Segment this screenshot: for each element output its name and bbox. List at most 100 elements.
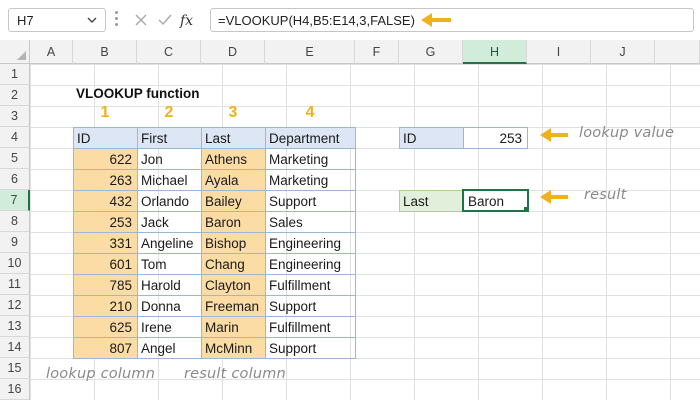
column-header-k[interactable] [655, 40, 700, 64]
cell-first[interactable]: Tom [137, 253, 202, 275]
cell-last[interactable]: Bailey [201, 190, 266, 212]
column-header-d[interactable]: D [201, 40, 265, 64]
row-header-2[interactable]: 2 [0, 85, 30, 106]
cell-first[interactable]: Donna [137, 295, 202, 317]
insert-function-icon[interactable]: fx [179, 10, 199, 35]
cell-department[interactable]: Support [265, 190, 356, 212]
lookup-value-note: lookup value [579, 125, 675, 141]
formula-bar-grip-icon[interactable] [115, 11, 118, 29]
cell-id[interactable]: 253 [73, 211, 138, 233]
column-header-a[interactable]: A [30, 40, 73, 64]
cell-last[interactable]: Freeman [201, 295, 266, 317]
row-header-3[interactable]: 3 [0, 106, 30, 127]
cell-id[interactable]: 432 [73, 190, 138, 212]
cell-last[interactable]: Athens [201, 148, 266, 170]
cell-first[interactable]: Orlando [137, 190, 202, 212]
cell-last[interactable]: Bishop [201, 232, 266, 254]
chevron-down-icon[interactable] [86, 12, 98, 33]
result-label[interactable]: Last [399, 190, 464, 212]
row-header-8[interactable]: 8 [0, 211, 30, 232]
column-header-b[interactable]: B [73, 40, 137, 64]
cell-department[interactable]: Engineering [265, 253, 356, 275]
row-header-6[interactable]: 6 [0, 169, 30, 190]
formula-bar: H7 fx =VLOOKUP(H4,B5:E14,3,FALSE) [0, 0, 700, 41]
formula-text: =VLOOKUP(H4,B5:E14,3,FALSE) [218, 13, 415, 28]
row-header-13[interactable]: 13 [0, 316, 30, 337]
row-header-1[interactable]: 1 [0, 64, 30, 85]
column-number-4: 4 [305, 104, 315, 121]
result-arrow-icon [540, 190, 568, 204]
column-header-e[interactable]: E [265, 40, 355, 64]
cell-department[interactable]: Marketing [265, 169, 356, 191]
column-header-h[interactable]: H [463, 40, 527, 64]
cell-id[interactable]: 625 [73, 316, 138, 338]
column-number-3: 3 [228, 104, 238, 121]
cell-department[interactable]: Engineering [265, 232, 356, 254]
table-header-id[interactable]: ID [73, 127, 138, 149]
enter-check-icon[interactable] [157, 12, 173, 33]
cancel-icon[interactable] [133, 12, 149, 33]
table-header-first[interactable]: First [137, 127, 202, 149]
column-number-2: 2 [164, 104, 174, 121]
table-header-last[interactable]: Last [201, 127, 266, 149]
table-header-department[interactable]: Department [265, 127, 356, 149]
name-box-value: H7 [17, 13, 34, 28]
cell-id[interactable]: 210 [73, 295, 138, 317]
fill-handle[interactable] [523, 206, 527, 210]
row-header-9[interactable]: 9 [0, 232, 30, 253]
result-value: Baron [468, 194, 505, 209]
cell-id[interactable]: 263 [73, 169, 138, 191]
column-header-f[interactable]: F [355, 40, 399, 64]
result-note: result [584, 187, 627, 203]
cell-id[interactable]: 622 [73, 148, 138, 170]
select-all-corner[interactable] [0, 40, 30, 64]
row-header-5[interactable]: 5 [0, 148, 30, 169]
cell-first[interactable]: Michael [137, 169, 202, 191]
row-header-4[interactable]: 4 [0, 127, 30, 148]
cell-first[interactable]: Irene [137, 316, 202, 338]
cell-last[interactable]: McMinn [201, 337, 266, 359]
cell-first[interactable]: Jack [137, 211, 202, 233]
sheet-title[interactable]: VLOOKUP function [76, 86, 200, 101]
cell-last[interactable]: Chang [201, 253, 266, 275]
row-header-7[interactable]: 7 [0, 190, 30, 211]
row-header-14[interactable]: 14 [0, 337, 30, 358]
row-header-16[interactable]: 16 [0, 379, 30, 400]
cell-department[interactable]: Support [265, 337, 356, 359]
row-header-11[interactable]: 11 [0, 274, 30, 295]
formula-buttons: fx [127, 8, 197, 32]
column-header-c[interactable]: C [137, 40, 201, 64]
cell-department[interactable]: Support [265, 295, 356, 317]
row-header-15[interactable]: 15 [0, 358, 30, 379]
result-column-note: result column [184, 366, 286, 382]
cell-first[interactable]: Jon [137, 148, 202, 170]
column-header-i[interactable]: I [527, 40, 591, 64]
cell-id[interactable]: 785 [73, 274, 138, 296]
cell-department[interactable]: Sales [265, 211, 356, 233]
lookup-value-arrow-icon [540, 128, 568, 142]
result-cell-h7[interactable]: Baron [462, 189, 529, 212]
cell-department[interactable]: Marketing [265, 148, 356, 170]
column-header-j[interactable]: J [591, 40, 655, 64]
row-header-10[interactable]: 10 [0, 253, 30, 274]
cell-first[interactable]: Harold [137, 274, 202, 296]
lookup-column-note: lookup column [46, 366, 156, 382]
cell-last[interactable]: Clayton [201, 274, 266, 296]
svg-text:fx: fx [179, 13, 193, 29]
row-header-12[interactable]: 12 [0, 295, 30, 316]
cell-id[interactable]: 331 [73, 232, 138, 254]
cell-last[interactable]: Marin [201, 316, 266, 338]
cell-department[interactable]: Fulfillment [265, 274, 356, 296]
lookup-id-label[interactable]: ID [399, 127, 464, 149]
cell-department[interactable]: Fulfillment [265, 316, 356, 338]
cell-first[interactable]: Angeline [137, 232, 202, 254]
cell-first[interactable]: Angel [137, 337, 202, 359]
formula-arrow-icon [421, 13, 451, 27]
cell-id[interactable]: 601 [73, 253, 138, 275]
name-box[interactable]: H7 [8, 8, 106, 32]
cell-last[interactable]: Ayala [201, 169, 266, 191]
cell-id[interactable]: 807 [73, 337, 138, 359]
column-header-g[interactable]: G [399, 40, 463, 64]
cell-last[interactable]: Baron [201, 211, 266, 233]
lookup-value-cell[interactable]: 253 [463, 127, 528, 149]
